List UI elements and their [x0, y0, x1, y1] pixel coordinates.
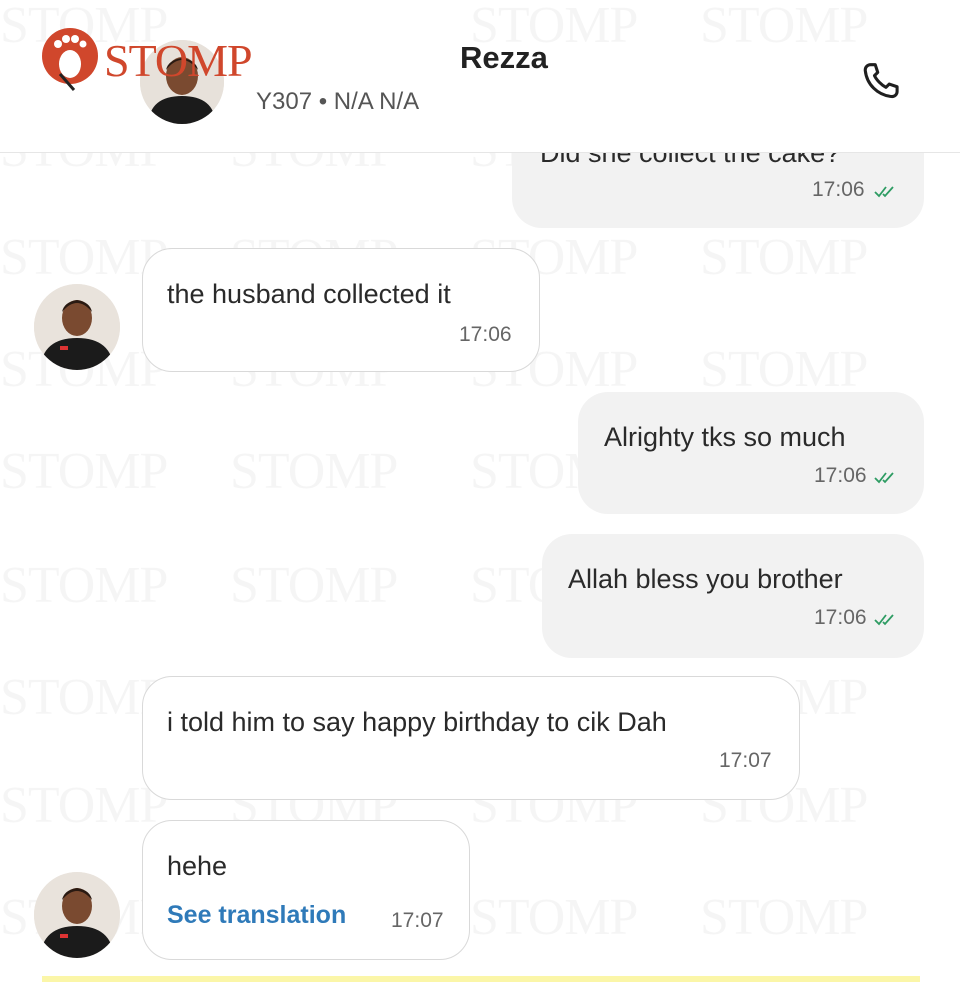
watermark: STOMP	[700, 888, 867, 947]
message-time: 17:07	[719, 749, 772, 772]
watermark: STOMP	[230, 442, 397, 501]
read-receipt-icon	[874, 472, 894, 484]
message-text: Alrighty tks so much	[604, 422, 846, 452]
person-avatar-icon	[34, 284, 120, 370]
contact-subtitle: Y307 • N/A N/A	[256, 88, 420, 115]
watermark: STOMP	[700, 340, 867, 399]
message-text: i told him to say happy birthday to cik …	[167, 707, 667, 737]
footprint-logo-icon	[42, 28, 98, 91]
read-receipt-icon	[874, 186, 894, 198]
message-time: 17:06	[812, 178, 865, 201]
message-time: 17:06	[814, 464, 867, 487]
watermark: STOMP	[0, 556, 167, 615]
message-text: Allah bless you brother	[568, 564, 843, 594]
bottom-highlight-bar	[42, 976, 920, 982]
sender-avatar[interactable]	[34, 872, 120, 958]
watermark: STOMP	[700, 228, 867, 287]
message-bubble-incoming[interactable]: hehe See translation 17:07	[142, 820, 470, 960]
watermark: STOMP	[0, 442, 167, 501]
message-text: the husband collected it	[167, 279, 451, 309]
watermark: STOMP	[230, 556, 397, 615]
sender-avatar[interactable]	[34, 284, 120, 370]
message-time: 17:06	[814, 606, 867, 629]
watermark: STOMP	[0, 776, 167, 835]
message-time: 17:06	[459, 323, 512, 346]
phone-call-icon[interactable]	[858, 58, 904, 104]
message-time: 17:07	[391, 909, 444, 932]
read-receipt-icon	[874, 614, 894, 626]
chat-header: STOMP STOMP STOMP STOMP Rezza Y307 • N/A…	[0, 0, 960, 153]
person-avatar-icon	[34, 872, 120, 958]
message-bubble-outgoing[interactable]: Allah bless you brother 17:06	[542, 534, 924, 658]
watermark: STOMP	[470, 888, 637, 947]
stomp-logo: STOMP	[38, 28, 278, 91]
contact-name: Rezza	[460, 40, 548, 75]
message-bubble-incoming[interactable]: the husband collected it 17:06	[142, 248, 540, 372]
message-bubble-incoming[interactable]: i told him to say happy birthday to cik …	[142, 676, 800, 800]
watermark: STOMP	[700, 0, 867, 55]
message-text: hehe	[167, 851, 228, 881]
see-translation-link[interactable]: See translation	[167, 901, 346, 930]
logo-text: STOMP	[104, 35, 253, 86]
message-bubble-outgoing[interactable]: Alrighty tks so much 17:06	[578, 392, 924, 514]
